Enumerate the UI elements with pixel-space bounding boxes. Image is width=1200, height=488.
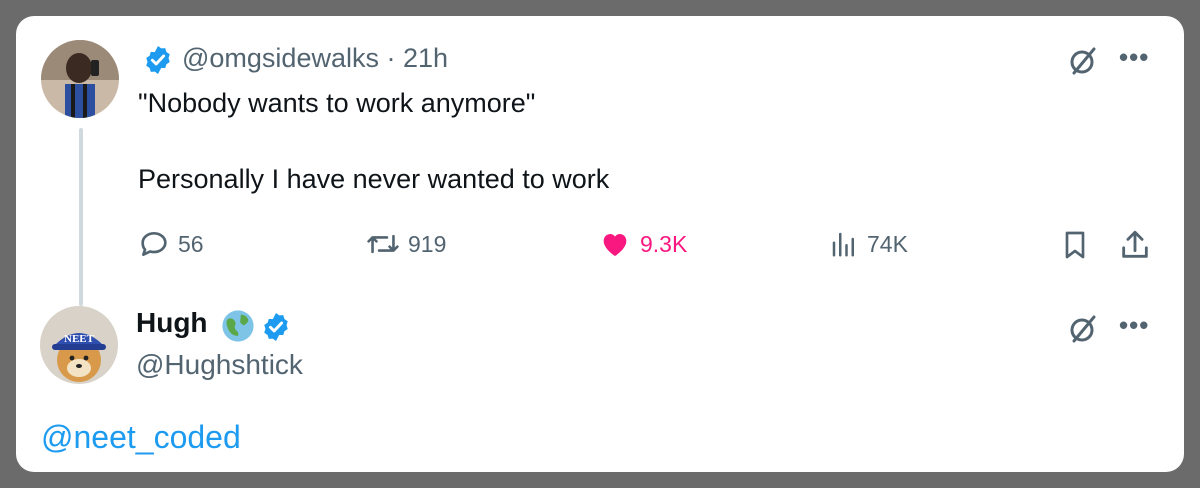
avatar-hughshtick[interactable]: NEET [40,306,118,384]
thread-connector-line [79,128,83,306]
views-action[interactable]: 74K [829,228,908,260]
tweet-card: @omgsidewalks · 21h ••• "Nobody wants to… [16,16,1184,472]
tweet-text-line2: Personally I have never wanted to work [138,164,610,194]
svg-text:NEET: NEET [64,333,95,345]
repost-icon [367,234,399,254]
like-action[interactable]: 9.3K [598,228,687,260]
views-count: 74K [867,230,908,257]
avatar-omgsidewalks[interactable] [41,40,119,118]
reply-icon [141,232,167,256]
slashed-circle-icon[interactable] [1066,44,1100,78]
reply-author-handle[interactable]: @Hughshtick [136,349,303,381]
verified-badge-icon [146,46,170,74]
reply-count: 56 [178,230,204,257]
tweet-text-line1: "Nobody wants to work anymore" [138,88,536,118]
share-icon[interactable] [1118,228,1152,262]
heart-filled-icon [603,234,627,256]
analytics-bars-icon [832,232,854,257]
repost-action[interactable]: 919 [366,228,446,260]
reply-action[interactable]: 56 [138,228,204,260]
like-count: 9.3K [640,230,688,257]
more-options-icon[interactable]: ••• [1119,44,1149,70]
reply-mention-link[interactable]: @neet_coded [41,419,241,456]
tweet-timestamp[interactable]: · 21h [387,43,449,73]
repost-count: 919 [408,230,447,257]
tweet-author-meta: @omgsidewalks · 21h [182,43,448,74]
tweet-author-handle[interactable]: @omgsidewalks [182,43,379,73]
reply-author-name[interactable]: Hugh [136,307,208,339]
verified-badge-icon [264,313,288,341]
globe-icon [222,310,254,342]
more-options-icon[interactable]: ••• [1119,312,1149,338]
slashed-circle-icon[interactable] [1066,312,1100,346]
bookmark-icon[interactable] [1059,228,1091,262]
